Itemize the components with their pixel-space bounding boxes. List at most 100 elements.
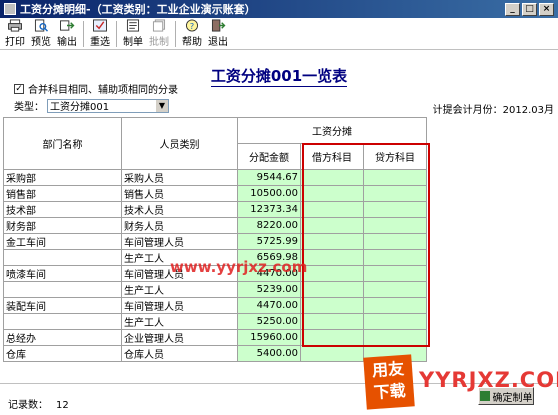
table-row[interactable]: 金工车间 车间管理人员 5725.99 (3, 233, 427, 250)
toolbar-separator (116, 21, 117, 47)
table-row[interactable]: 采购部 采购人员 9544.67 (3, 169, 427, 186)
cell-category: 销售人员 (121, 185, 238, 202)
svg-text:?: ? (190, 21, 194, 31)
cell-category: 生产工人 (121, 313, 238, 330)
cell-department: 喷漆车间 (3, 265, 122, 282)
chevron-down-icon[interactable]: ▼ (156, 99, 168, 112)
table-row[interactable]: 销售部 销售人员 10500.00 (3, 185, 427, 202)
cell-amount: 4470.00 (237, 297, 301, 314)
cell-credit[interactable] (363, 265, 427, 282)
url-watermark: www.yyrjxz.com (170, 258, 308, 276)
help-icon: ? (185, 19, 199, 32)
reselect-icon (93, 19, 107, 32)
preview-button[interactable]: 预览 (28, 19, 54, 49)
cell-department: 仓库 (3, 345, 122, 362)
cell-credit[interactable] (363, 217, 427, 234)
cell-credit[interactable] (363, 329, 427, 346)
batch-voucher-button[interactable]: 批制 (146, 19, 172, 49)
header-allocation-group: 工资分摊 (237, 117, 427, 144)
preview-icon (34, 19, 48, 32)
cell-debit[interactable] (300, 185, 364, 202)
cell-debit[interactable] (300, 169, 364, 186)
exit-button[interactable]: 退出 (205, 19, 231, 49)
cell-debit[interactable] (300, 281, 364, 298)
type-select-value: 工资分摊001 (50, 102, 110, 113)
voucher-button[interactable]: 制单 (120, 19, 146, 49)
help-label: 帮助 (182, 37, 202, 48)
header-debit: 借方科目 (300, 143, 364, 170)
cell-category: 车间管理人员 (121, 233, 238, 250)
cell-category: 企业管理人员 (121, 329, 238, 346)
cell-department: 金工车间 (3, 233, 122, 250)
window-title: 工资分摊明细-（工资类别：工业企业演示账套） (20, 3, 256, 16)
voucher-label: 制单 (123, 37, 143, 48)
cell-amount: 12373.34 (237, 201, 301, 218)
merge-option[interactable]: ✓ 合并科目相同、辅助项相同的分录 (14, 81, 178, 96)
cell-amount: 15960.00 (237, 329, 301, 346)
table-row[interactable]: 生产工人 5250.00 (3, 313, 427, 330)
cell-credit[interactable] (363, 249, 427, 266)
export-button[interactable]: 输出 (54, 19, 80, 49)
cell-debit[interactable] (300, 329, 364, 346)
cell-debit[interactable] (300, 265, 364, 282)
print-button[interactable]: 打印 (2, 19, 28, 49)
cell-debit[interactable] (300, 313, 364, 330)
cell-debit[interactable] (300, 297, 364, 314)
toolbar-separator (83, 21, 84, 47)
cell-credit[interactable] (363, 233, 427, 250)
cell-credit[interactable] (363, 297, 427, 314)
cell-credit[interactable] (363, 313, 427, 330)
cell-amount: 5400.00 (237, 345, 301, 362)
cell-debit[interactable] (300, 249, 364, 266)
cell-credit[interactable] (363, 169, 427, 186)
confirm-voucher-button[interactable]: 确定制单 (478, 387, 534, 405)
app-icon (4, 3, 16, 15)
cell-department: 总经办 (3, 329, 122, 346)
cell-credit[interactable] (363, 201, 427, 218)
table-row[interactable]: 总经办 企业管理人员 15960.00 (3, 329, 427, 346)
cell-amount: 5239.00 (237, 281, 301, 298)
table-row[interactable]: 生产工人 5239.00 (3, 281, 427, 298)
cell-department: 采购部 (3, 169, 122, 186)
header-credit: 贷方科目 (363, 143, 427, 170)
cell-credit[interactable] (363, 185, 427, 202)
exit-label: 退出 (208, 37, 228, 48)
printer-icon (8, 19, 22, 32)
header-amount: 分配金额 (237, 143, 301, 170)
table-row[interactable]: 装配车间 车间管理人员 4470.00 (3, 297, 427, 314)
type-row: 类型： 工资分摊001 ▼ (14, 98, 169, 113)
cell-category: 仓库人员 (121, 345, 238, 362)
merge-checkbox[interactable]: ✓ (14, 83, 24, 94)
merge-option-label: 合并科目相同、辅助项相同的分录 (28, 85, 178, 96)
cell-category: 财务人员 (121, 217, 238, 234)
cell-debit[interactable] (300, 201, 364, 218)
header-category: 人员类别 (121, 117, 238, 170)
cell-amount: 5725.99 (237, 233, 301, 250)
maximize-button[interactable]: □ (522, 2, 537, 16)
reselect-label: 重选 (90, 37, 110, 48)
close-button[interactable]: × (539, 2, 554, 16)
help-button[interactable]: ? 帮助 (179, 19, 205, 49)
toolbar-separator (175, 21, 176, 47)
toolbar: 打印 预览 输出 重选 制单 批制 ? 帮助 退出 (0, 18, 558, 50)
batch-voucher-label: 批制 (149, 37, 169, 48)
reselect-button[interactable]: 重选 (87, 19, 113, 49)
minimize-button[interactable]: _ (505, 2, 520, 16)
cell-amount: 9544.67 (237, 169, 301, 186)
cell-debit[interactable] (300, 217, 364, 234)
type-select[interactable]: 工资分摊001 ▼ (47, 98, 169, 113)
preview-label: 预览 (31, 37, 51, 48)
cell-category: 车间管理人员 (121, 297, 238, 314)
table-row[interactable]: 技术部 技术人员 12373.34 (3, 201, 427, 218)
confirm-voucher-label: 确定制单 (492, 392, 533, 404)
cell-debit[interactable] (300, 345, 364, 362)
record-count: 记录数： 12 (8, 396, 69, 411)
accrual-period: 计提会计月份：2012.03月 (432, 105, 554, 116)
cell-debit[interactable] (300, 233, 364, 250)
title-bar: 工资分摊明细-（工资类别：工业企业演示账套） _ □ × (0, 0, 558, 18)
table-row[interactable]: 财务部 财务人员 8220.00 (3, 217, 427, 234)
confirm-icon (479, 391, 490, 401)
cell-credit[interactable] (363, 281, 427, 298)
export-icon (60, 20, 75, 31)
header-department: 部门名称 (3, 117, 122, 170)
